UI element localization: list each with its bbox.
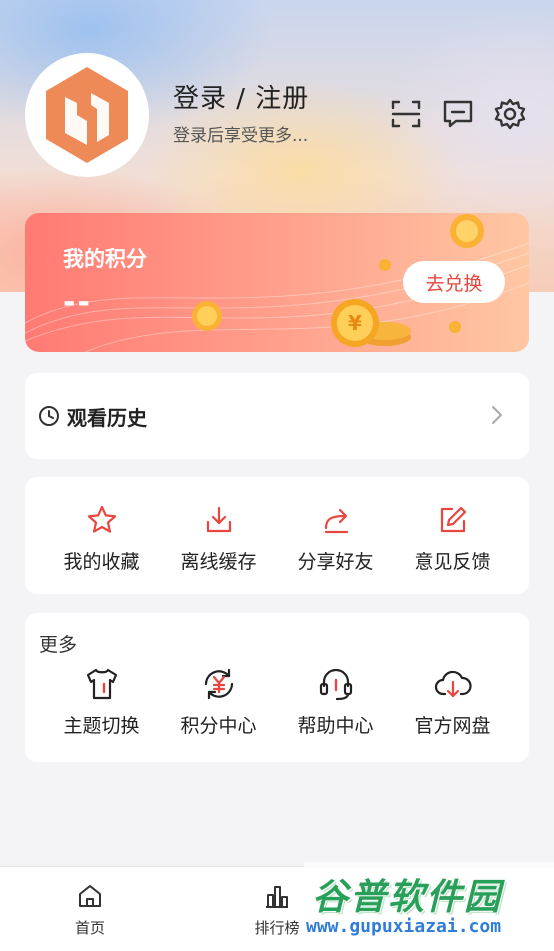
theme-switch-item[interactable]: 主题切换 (43, 667, 160, 738)
points-title: 我的积分 (63, 247, 147, 271)
help-center-label: 帮助中心 (297, 715, 374, 737)
points-center-label: 积分中心 (180, 715, 257, 737)
share-friends-label: 分享好友 (297, 551, 374, 573)
more-card: 更多 主题切换 积分中心 帮助中心 官方网盘 (25, 613, 529, 762)
quick-actions-card: 我的收藏 离线缓存 分享好友 意见反馈 (25, 477, 529, 594)
download-icon (206, 506, 231, 533)
avatar[interactable] (25, 53, 149, 177)
feedback-item[interactable]: 意见反馈 (394, 503, 511, 574)
home-icon (79, 885, 101, 907)
login-subtitle: 登录后享受更多... (173, 126, 309, 146)
gear-icon[interactable] (494, 98, 526, 130)
favorites-label: 我的收藏 (63, 551, 140, 573)
edit-icon (440, 506, 466, 533)
tab-home-label: 首页 (74, 919, 105, 937)
redeem-button[interactable]: 去兑换 (403, 261, 505, 303)
points-value: -- (63, 285, 92, 320)
cloud-download-icon (434, 670, 472, 698)
app-logo-icon (46, 67, 128, 163)
offline-cache-label: 离线缓存 (180, 551, 257, 573)
tshirt-icon (86, 668, 117, 700)
chevron-right-icon (492, 406, 502, 424)
watermark-logo: 谷普软件园 (312, 877, 503, 918)
bar-chart-icon (266, 886, 288, 908)
theme-switch-label: 主题切换 (63, 715, 140, 737)
login-register-title[interactable]: 登录 / 注册 (173, 78, 309, 115)
star-icon (87, 505, 116, 533)
points-exchange-icon (204, 668, 233, 700)
svg-text:¥: ¥ (348, 311, 362, 335)
tab-home[interactable]: 首页 (45, 883, 135, 938)
scan-icon[interactable] (390, 98, 422, 130)
watch-history-row[interactable]: 观看历史 (25, 373, 529, 459)
more-title: 更多 (39, 634, 78, 656)
offline-cache-item[interactable]: 离线缓存 (160, 503, 277, 574)
watermark: 谷普软件园 www.gupuxiazai.com (304, 862, 554, 951)
points-center-item[interactable]: 积分中心 (160, 667, 277, 738)
feedback-label: 意见反馈 (414, 551, 491, 573)
points-card: ¥ 我的积分 -- 去兑换 (25, 213, 529, 352)
official-netdisk-label: 官方网盘 (414, 715, 491, 737)
help-center-item[interactable]: 帮助中心 (277, 667, 394, 738)
share-friends-item[interactable]: 分享好友 (277, 503, 394, 574)
watermark-url: www.gupuxiazai.com (306, 916, 502, 937)
official-netdisk-item[interactable]: 官方网盘 (394, 667, 511, 738)
clock-icon (39, 406, 59, 426)
share-icon (324, 508, 348, 534)
headset-icon (319, 668, 352, 701)
message-icon[interactable] (442, 98, 474, 130)
watch-history-label: 观看历史 (67, 406, 147, 430)
favorites-item[interactable]: 我的收藏 (43, 503, 160, 574)
